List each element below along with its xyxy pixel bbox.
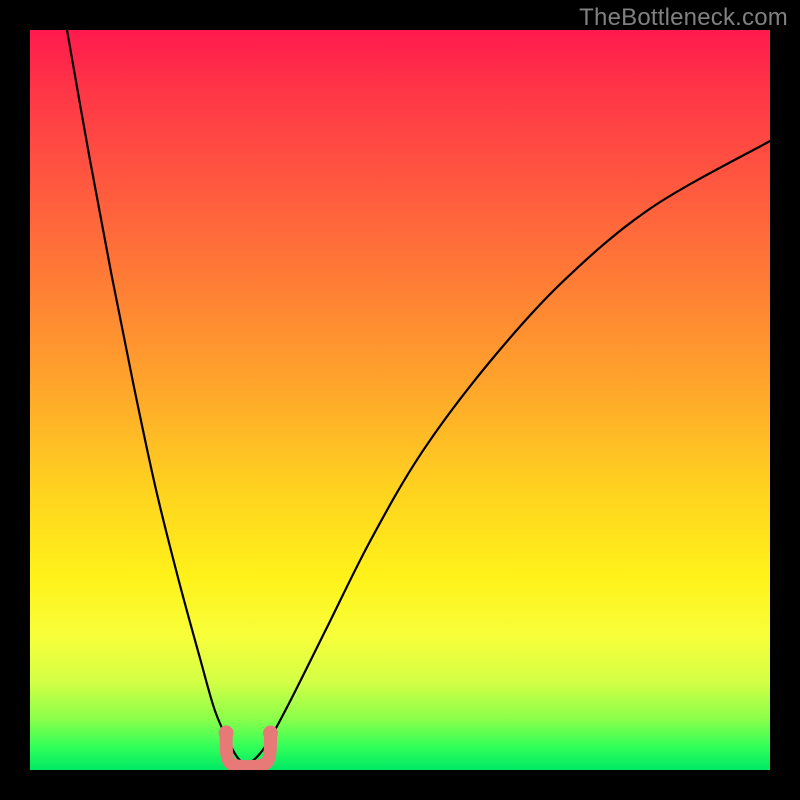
optimal-valley-highlight [219, 726, 278, 767]
chart-svg [30, 30, 770, 770]
watermark-text: TheBottleneck.com [579, 4, 788, 32]
plot-area [30, 30, 770, 770]
bottleneck-curve [67, 30, 770, 763]
chart-frame: TheBottleneck.com [0, 0, 800, 800]
